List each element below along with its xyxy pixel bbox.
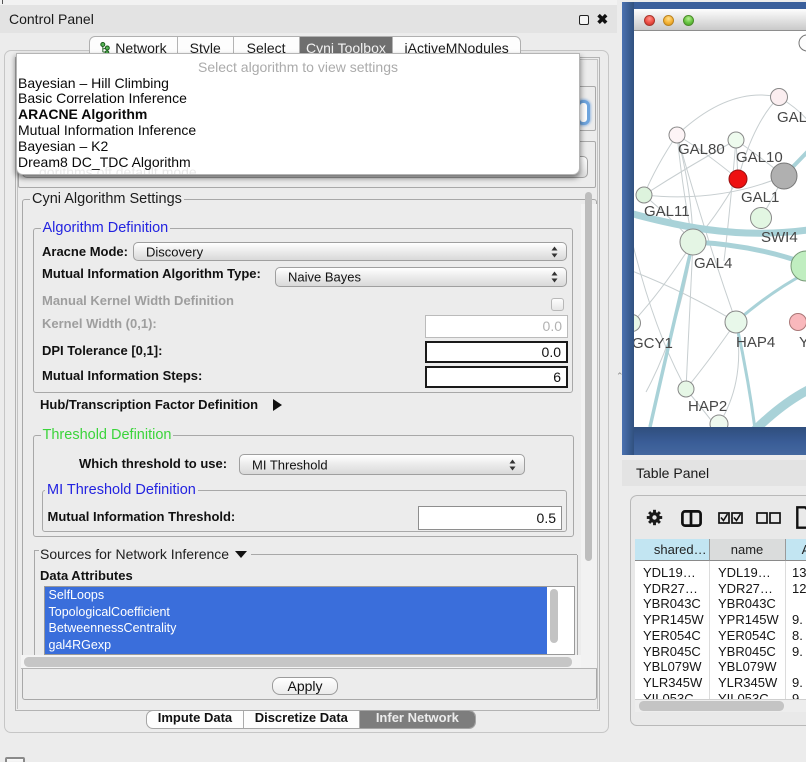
svg-text:GAL1: GAL1 [741, 189, 779, 206]
svg-text:GAL7: GAL7 [777, 109, 806, 126]
svg-text:GCY1: GCY1 [634, 335, 673, 352]
svg-text:GAL80: GAL80 [678, 141, 725, 158]
svg-text:GAL10: GAL10 [736, 149, 783, 166]
svg-text:Y: Y [799, 334, 806, 351]
svg-text:GAL11: GAL11 [644, 203, 690, 220]
svg-text:HAP2: HAP2 [688, 398, 727, 415]
svg-text:HAP4: HAP4 [736, 334, 775, 351]
svg-text:GAL4: GAL4 [694, 255, 732, 272]
svg-text:SWI4: SWI4 [761, 229, 798, 246]
